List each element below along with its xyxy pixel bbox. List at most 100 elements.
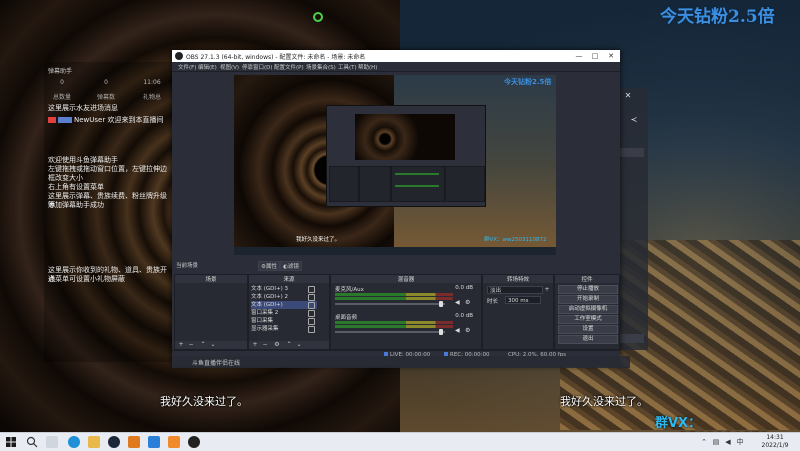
app-orange2-icon[interactable] bbox=[168, 436, 180, 448]
mixer-channel1-fader[interactable] bbox=[335, 301, 445, 307]
transitions-dock[interactable]: 转场特效 淡出 + 时长 300 ms bbox=[482, 274, 554, 350]
tray-up-icon[interactable]: ⌃ bbox=[700, 438, 708, 446]
volume-icon[interactable]: ◀ bbox=[724, 438, 732, 446]
filters-button[interactable]: ◐滤镜 bbox=[280, 261, 302, 271]
properties-button[interactable]: ⚙属性 bbox=[258, 261, 280, 271]
remove-icon[interactable]: − bbox=[187, 341, 195, 349]
source-item-selected[interactable]: 文本 (GDI+) bbox=[251, 301, 317, 309]
chat-line: 添加弹幕助手成功 bbox=[48, 201, 104, 209]
tab-danmaku[interactable]: 弹幕数 bbox=[88, 92, 124, 101]
mixer-channel1-db: 0.0 dB bbox=[455, 285, 473, 291]
app-orange-icon[interactable] bbox=[128, 436, 140, 448]
obs-preview[interactable]: 今天钻粉2.5倍 我好久没来过了。 群VX：ww2503110872 bbox=[234, 75, 556, 255]
controls-dock-title: 控件 bbox=[555, 275, 619, 283]
lower-info-bar: 斗鱼直播伴侣在线 bbox=[172, 356, 630, 368]
move-down-icon[interactable]: ⌄ bbox=[295, 341, 303, 349]
eye-icon[interactable] bbox=[308, 302, 315, 309]
eye-icon[interactable] bbox=[308, 286, 315, 293]
source-item[interactable]: 显示器采集 bbox=[251, 325, 317, 333]
duration-input[interactable]: 300 ms bbox=[505, 296, 541, 304]
search-icon[interactable] bbox=[26, 436, 38, 448]
clock-time[interactable]: 14:31 bbox=[755, 434, 795, 442]
nested-meter bbox=[395, 185, 439, 187]
source-item[interactable]: 文本 (GDI+) 2 bbox=[251, 293, 317, 301]
file-explorer-icon[interactable] bbox=[88, 436, 100, 448]
add-icon[interactable]: + bbox=[543, 286, 551, 294]
obs-window[interactable]: OBS 27.1.3 (64-bit, windows) - 配置文件: 未命名… bbox=[172, 50, 620, 366]
obs-menubar: 文件(F) 编辑(E) 视图(V) 停靠窗口(D) 配置文件(P) 场景集合(S… bbox=[172, 62, 620, 72]
menu-edit[interactable]: 编辑(E) bbox=[198, 63, 217, 71]
minimize-button[interactable]: — bbox=[572, 51, 586, 61]
menu-profile[interactable]: 配置文件(P) bbox=[274, 63, 304, 71]
task-view-icon[interactable] bbox=[46, 436, 58, 448]
fader-knob[interactable] bbox=[439, 329, 443, 335]
controls-dock[interactable]: 控件 停止播放 开始录制 启动虚拟摄像机 工作室模式 设置 退出 bbox=[554, 274, 620, 350]
mixer-channel1-label: 麦克风/Aux bbox=[335, 287, 364, 293]
menu-file[interactable]: 文件(F) bbox=[178, 63, 196, 71]
tab-gift[interactable]: 礼物总 bbox=[134, 92, 170, 101]
app-blue-icon[interactable] bbox=[148, 436, 160, 448]
ime-icon[interactable]: 中 bbox=[736, 438, 744, 446]
transition-select[interactable]: 淡出 bbox=[487, 286, 543, 294]
menu-scene-collection[interactable]: 场景集合(S) bbox=[306, 63, 336, 71]
chat-line: 点菜单可设置小礼物屏蔽 bbox=[48, 275, 125, 283]
gear-icon[interactable]: ⚙ bbox=[465, 328, 471, 334]
source-item[interactable]: 文本 (GDI+) 3 bbox=[251, 285, 317, 293]
share-icon[interactable]: ≺ bbox=[630, 116, 638, 124]
steam-icon[interactable] bbox=[108, 436, 120, 448]
scenes-dock[interactable]: 场景 + − ⌃ ⌄ bbox=[174, 274, 248, 350]
menu-view[interactable]: 视图(V) bbox=[220, 63, 239, 71]
move-up-icon[interactable]: ⌃ bbox=[285, 341, 293, 349]
mixer-dock-title: 混音器 bbox=[331, 275, 481, 283]
source-label: 文本 (GDI+) bbox=[251, 302, 283, 308]
exit-button[interactable]: 退出 bbox=[558, 335, 618, 344]
windows-taskbar: ⌃ ▤ ◀ 中 14:31 2022/1/9 bbox=[0, 432, 800, 451]
mixer-dock[interactable]: 混音器 麦克风/Aux 0.0 dB ◀ ⚙ 桌面音频 0.0 dB ◀ ⚙ bbox=[330, 274, 482, 350]
mixer-channel1-meter bbox=[335, 293, 453, 296]
eye-icon[interactable] bbox=[308, 294, 315, 301]
move-down-icon[interactable]: ⌄ bbox=[209, 341, 217, 349]
start-recording-button[interactable]: 开始录制 bbox=[558, 295, 618, 304]
gear-icon[interactable]: ⚙ bbox=[465, 300, 471, 306]
studio-mode-button[interactable]: 工作室模式 bbox=[558, 315, 618, 324]
close-button[interactable]: ✕ bbox=[604, 51, 618, 61]
menu-tools[interactable]: 工具(T) bbox=[338, 63, 357, 71]
remove-icon[interactable]: − bbox=[261, 341, 269, 349]
stop-stream-button[interactable]: 停止播放 bbox=[558, 285, 618, 294]
clock-date[interactable]: 2022/1/9 bbox=[755, 442, 795, 450]
level-badge-icon bbox=[48, 117, 56, 123]
menu-docks[interactable]: 停靠窗口(D) bbox=[242, 63, 273, 71]
nested-sources bbox=[359, 166, 391, 202]
nested-obs-preview bbox=[326, 105, 486, 207]
maximize-button[interactable]: □ bbox=[588, 51, 602, 61]
eye-icon[interactable] bbox=[308, 318, 315, 325]
eye-icon[interactable] bbox=[308, 310, 315, 317]
move-up-icon[interactable]: ⌃ bbox=[199, 341, 207, 349]
speaker-icon[interactable]: ◀ bbox=[455, 328, 461, 334]
gear-icon[interactable]: ⚙ bbox=[273, 341, 281, 349]
danmaku-panel[interactable]: 弹幕助手 0 0 11:06 总数量 弹幕数 礼物总 这里展示水友进场消息 Ne… bbox=[44, 62, 174, 362]
network-icon[interactable]: ▤ bbox=[712, 438, 720, 446]
add-icon[interactable]: + bbox=[177, 341, 185, 349]
eye-icon[interactable] bbox=[308, 326, 315, 333]
settings-button[interactable]: 设置 bbox=[558, 325, 618, 334]
source-label: 文本 (GDI+) 2 bbox=[251, 294, 289, 300]
obs-icon[interactable] bbox=[188, 436, 200, 448]
speaker-icon[interactable]: ◀ bbox=[455, 300, 461, 306]
windows-start-icon[interactable] bbox=[5, 436, 17, 448]
edge-browser-icon[interactable] bbox=[68, 436, 80, 448]
obs-titlebar[interactable]: OBS 27.1.3 (64-bit, windows) - 配置文件: 未命名… bbox=[172, 50, 620, 62]
source-item[interactable]: 窗口采集 2 bbox=[251, 309, 317, 317]
nested-meter bbox=[395, 173, 439, 175]
close-icon[interactable]: ✕ bbox=[624, 92, 632, 100]
source-item[interactable]: 窗口采集 bbox=[251, 317, 317, 325]
sources-dock[interactable]: 来源 文本 (GDI+) 3 文本 (GDI+) 2 文本 (GDI+) 窗口采… bbox=[248, 274, 330, 350]
add-icon[interactable]: + bbox=[251, 341, 259, 349]
fader-knob[interactable] bbox=[439, 301, 443, 307]
danmaku-title: 弹幕助手 bbox=[48, 68, 73, 75]
tab-total[interactable]: 总数量 bbox=[44, 92, 80, 101]
source-label: 显示器采集 bbox=[251, 326, 279, 332]
menu-help[interactable]: 帮助(H) bbox=[358, 63, 377, 71]
mixer-channel2-fader[interactable] bbox=[335, 329, 445, 335]
virtual-camera-button[interactable]: 启动虚拟摄像机 bbox=[558, 305, 618, 314]
